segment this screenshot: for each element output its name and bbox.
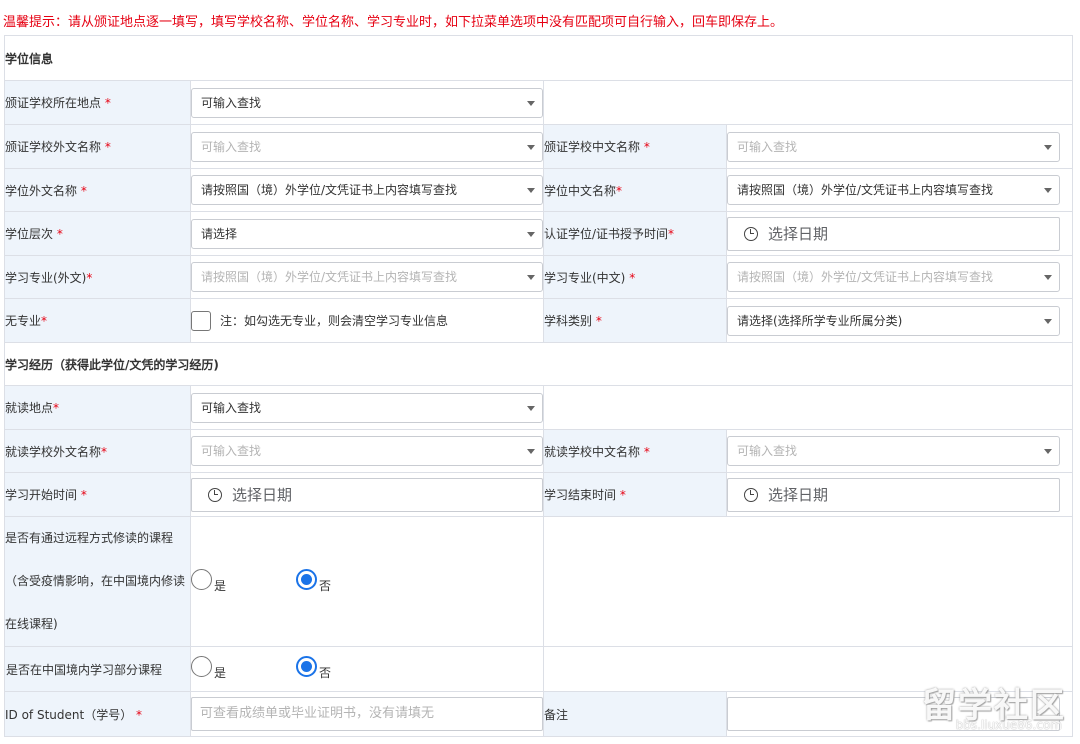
caret-down-icon: [1044, 188, 1053, 193]
label-no-major: 无专业*: [4, 298, 191, 343]
clock-icon: [744, 487, 758, 502]
required-mark: *: [595, 314, 602, 328]
study-school-chinese-name-select[interactable]: 可输入查找: [727, 436, 1061, 466]
label-major-foreign: 学习专业(外文)*: [4, 255, 191, 299]
required-mark: *: [643, 444, 650, 459]
required-mark: *: [41, 314, 48, 328]
degree-foreign-name-select[interactable]: 请按照国（境）外学位/文凭证书上内容填写查找: [191, 175, 543, 205]
caret-down-icon: [1044, 275, 1053, 280]
required-mark: *: [643, 140, 650, 154]
school-chinese-name-select[interactable]: 可输入查找: [727, 131, 1061, 162]
remote-radio-group: 是 否: [191, 568, 543, 595]
major-foreign-select[interactable]: 请按照国（境）外学位/文凭证书上内容填写查找: [191, 262, 543, 292]
start-date-picker[interactable]: 选择日期: [191, 477, 543, 512]
in-china-radio-yes[interactable]: 是: [191, 656, 226, 680]
label-discipline: 学科类别 *: [543, 298, 727, 343]
label-remote-courses: 是否有通过远程方式修读的课程（含受疫情影响，在中国境内修读在线课程): [4, 516, 191, 647]
required-mark: *: [80, 488, 87, 502]
major-chinese-select[interactable]: 请按照国（境）外学位/文凭证书上内容填写查找: [727, 262, 1061, 292]
label-degree-chinese-name: 学位中文名称*: [543, 168, 727, 212]
caret-down-icon: [527, 449, 535, 454]
required-mark: *: [80, 183, 87, 198]
label-award-date: 认证学位/证书授予时间*: [543, 211, 727, 256]
label-school-foreign-name: 颁证学校外文名称 *: [4, 124, 191, 169]
required-mark: *: [668, 227, 675, 241]
label-degree-foreign-name: 学位外文名称 *: [4, 168, 191, 212]
in-china-radio-group: 是 否: [191, 656, 543, 682]
no-major-note: 注：如勾选无专业，则会清空学习专业信息: [220, 314, 449, 328]
label-start-date: 学习开始时间 *: [4, 472, 191, 517]
label-study-school-foreign-name: 就读学校外文名称*: [4, 429, 191, 473]
label-major-chinese: 学习专业(中文) *: [543, 255, 727, 299]
radio-checked-icon: [296, 656, 317, 677]
label-school-chinese-name: 颁证学校中文名称 *: [543, 124, 727, 169]
degree-chinese-name-select[interactable]: 请按照国（境）外学位/文凭证书上内容填写查找: [727, 175, 1061, 205]
caret-down-icon: [527, 144, 535, 150]
required-mark: *: [101, 444, 108, 459]
degree-level-select[interactable]: 请选择: [191, 218, 543, 249]
study-location-select[interactable]: 可输入查找: [191, 392, 543, 423]
caret-down-icon: [527, 405, 535, 411]
caret-down-icon: [1044, 318, 1053, 324]
remark-input[interactable]: [727, 697, 1061, 731]
section-title-study: 学习经历（获得此学位/文凭的学习经历): [3, 342, 1074, 386]
required-mark: *: [86, 270, 93, 285]
award-date-picker[interactable]: 选择日期: [727, 216, 1061, 251]
remote-radio-yes[interactable]: 是: [191, 568, 226, 593]
required-mark: *: [616, 183, 623, 198]
label-school-location: 颁证学校所在地点 *: [4, 80, 191, 125]
degree-form: 学位信息 颁证学校所在地点 * 可输入查找 颁证学校外文名称 * 可输入查找 颁…: [3, 35, 1074, 737]
required-mark: *: [629, 270, 636, 285]
required-mark: *: [104, 96, 111, 110]
required-mark: *: [56, 227, 63, 241]
required-mark: *: [136, 707, 143, 722]
study-school-foreign-name-select[interactable]: 可输入查找: [191, 436, 543, 466]
radio-unchecked-icon: [191, 568, 212, 590]
required-mark: *: [53, 401, 60, 415]
label-degree-level: 学位层次 *: [4, 211, 191, 256]
caret-down-icon: [527, 275, 535, 280]
clock-icon: [208, 487, 222, 502]
label-remark: 备注: [543, 691, 727, 737]
required-mark: *: [104, 140, 111, 154]
radio-checked-icon: [296, 568, 317, 590]
school-foreign-name-select[interactable]: 可输入查找: [191, 131, 543, 162]
caret-down-icon: [1044, 449, 1053, 454]
student-id-input[interactable]: 可查看成绩单或毕业证明书，没有请填无: [191, 697, 543, 731]
clock-icon: [744, 226, 758, 241]
label-study-location: 就读地点*: [4, 385, 191, 430]
label-in-china-courses: 是否在中国境内学习部分课程: [4, 646, 191, 692]
label-end-date: 学习结束时间 *: [543, 472, 727, 517]
caret-down-icon: [527, 188, 535, 193]
caret-down-icon: [527, 231, 535, 237]
section-title-degree: 学位信息: [3, 35, 1074, 81]
remote-radio-no[interactable]: 否: [296, 568, 331, 593]
no-major-checkbox[interactable]: [191, 310, 211, 331]
discipline-select[interactable]: 请选择(选择所学专业所属分类): [727, 305, 1061, 336]
notice-banner: 温馨提示：请从颁证地点逐一填写，填写学校名称、学位名称、学习专业时，如下拉菜单选…: [3, 15, 784, 30]
school-location-select[interactable]: 可输入查找: [191, 87, 543, 118]
end-date-picker[interactable]: 选择日期: [727, 477, 1061, 512]
required-mark: *: [619, 488, 626, 502]
in-china-radio-no[interactable]: 否: [296, 656, 331, 680]
radio-unchecked-icon: [191, 656, 212, 677]
caret-down-icon: [1044, 144, 1053, 150]
label-student-id: ID of Student（学号） *: [4, 691, 191, 737]
caret-down-icon: [527, 100, 535, 106]
label-study-school-chinese-name: 就读学校中文名称 *: [543, 429, 727, 473]
